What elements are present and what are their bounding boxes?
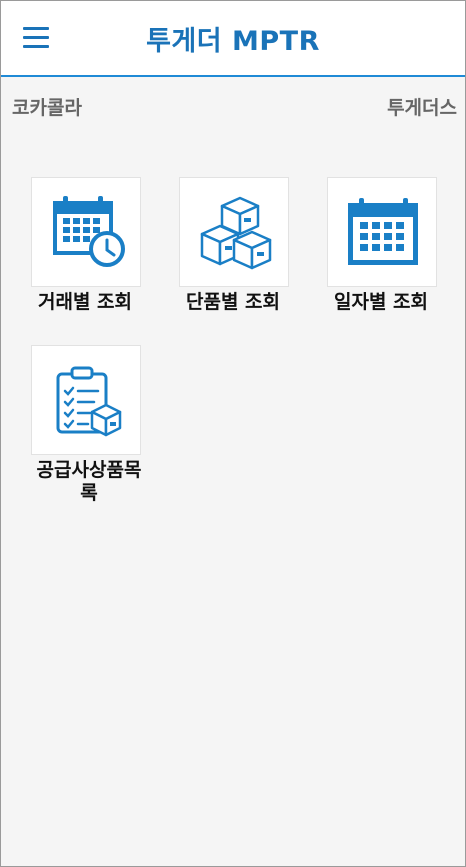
calendar-clock-icon (53, 196, 125, 267)
menu-tile-button[interactable] (31, 345, 141, 455)
menu-tile-label: 거래별 조회 (37, 291, 132, 313)
boxes-icon (200, 196, 272, 270)
app-header: 투게더 MPTR (1, 1, 465, 77)
menu-tile-button[interactable] (327, 177, 437, 287)
company-name: 코카콜라 (12, 97, 82, 119)
user-name: 투게더스 (387, 97, 457, 119)
menu-tile-label: 단품별 조회 (185, 291, 280, 313)
info-row: 코카콜라 투게더스 (1, 93, 465, 123)
menu-tile-label: 공급사상품목록 (36, 459, 142, 504)
calendar-icon (348, 198, 418, 265)
menu-tile-button[interactable] (31, 177, 141, 287)
clipboard-checklist-box-icon (56, 366, 122, 437)
menu-tile-label: 일자별 조회 (333, 291, 428, 313)
app-screen: 투게더 MPTR 코카콜라 투게더스 거래별 조회 단품별 조회 일자별 조회 … (0, 0, 466, 867)
page-title: 투게더 MPTR (146, 26, 320, 57)
menu-tile-button[interactable] (179, 177, 289, 287)
